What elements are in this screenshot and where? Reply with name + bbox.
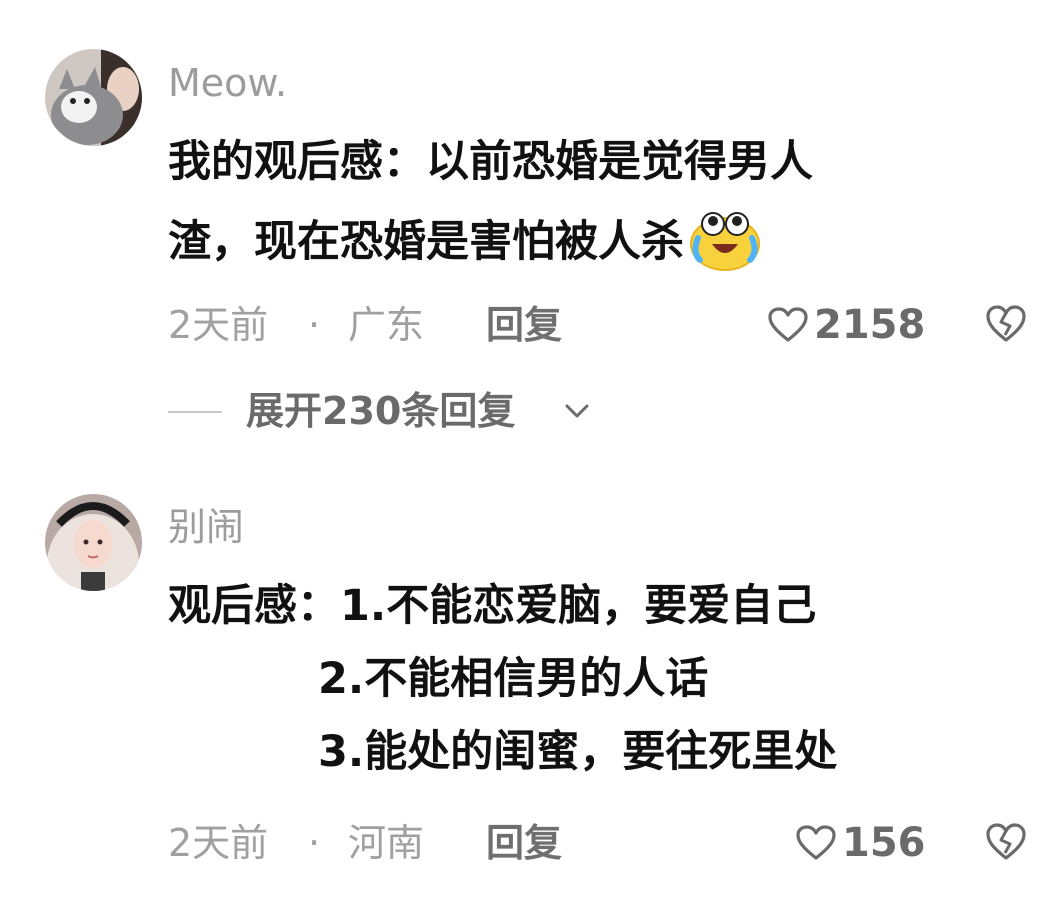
like-button[interactable]: 156: [796, 818, 926, 868]
expand-replies-label: 展开230条回复: [246, 389, 516, 433]
comment-item: Meow. 我的观后感：以前恐婚是觉得男人 渣，现在恐婚是害怕被人杀 2天前 ·…: [0, 0, 1053, 460]
comment-line: 2.不能相信男的人话: [318, 654, 709, 704]
broken-heart-icon[interactable]: [986, 822, 1026, 862]
like-count: 156: [842, 820, 926, 866]
broken-heart-icon[interactable]: [986, 304, 1026, 344]
comment-location: 广东: [348, 303, 425, 347]
heart-outline-icon: [796, 825, 836, 860]
comment-text: 我的观后感：以前恐婚是觉得男人 渣，现在恐婚是害怕被人杀: [168, 122, 993, 282]
avatar[interactable]: [45, 49, 142, 146]
comment-text: 观后感：1.不能恋爱脑，要爱自己 2.不能相信男的人话 3.能处的闺蜜，要往死里…: [168, 570, 993, 789]
comment-item: 别闹 观后感：1.不能恋爱脑，要爱自己 2.不能相信男的人话 3.能处的闺蜜，要…: [0, 460, 1053, 899]
like-count: 2158: [814, 302, 926, 348]
separator-dot: ·: [308, 821, 321, 865]
username[interactable]: Meow.: [168, 64, 287, 102]
divider-line: [168, 411, 222, 413]
comment-meta: 2天前 · 河南 回复 156: [168, 818, 1028, 868]
comment-time: 2天前: [168, 821, 269, 865]
expand-replies-button[interactable]: 展开230条回复: [168, 386, 608, 436]
separator-dot: ·: [308, 303, 321, 347]
comment-line: 我的观后感：以前恐婚是觉得男人: [168, 137, 813, 187]
comment-line: 观后感：1.不能恋爱脑，要爱自己: [168, 581, 817, 631]
username[interactable]: 别闹: [168, 508, 244, 546]
avatar[interactable]: [45, 494, 142, 591]
reply-button[interactable]: 回复: [486, 818, 562, 868]
heart-outline-icon: [768, 307, 808, 342]
like-button[interactable]: 2158: [768, 300, 925, 350]
comment-time: 2天前: [168, 303, 269, 347]
comment-location: 河南: [348, 821, 425, 865]
comment-meta: 2天前 · 广东 回复 2158: [168, 300, 1028, 350]
comment-line: 渣，现在恐婚是害怕被人杀: [168, 202, 993, 282]
comment-line: 3.能处的闺蜜，要往死里处: [318, 727, 838, 777]
chevron-down-icon: [565, 404, 589, 418]
reply-button[interactable]: 回复: [486, 300, 562, 350]
crying-laughing-emoji-icon: [690, 211, 760, 271]
comment-line-text: 渣，现在恐婚是害怕被人杀: [168, 217, 684, 267]
